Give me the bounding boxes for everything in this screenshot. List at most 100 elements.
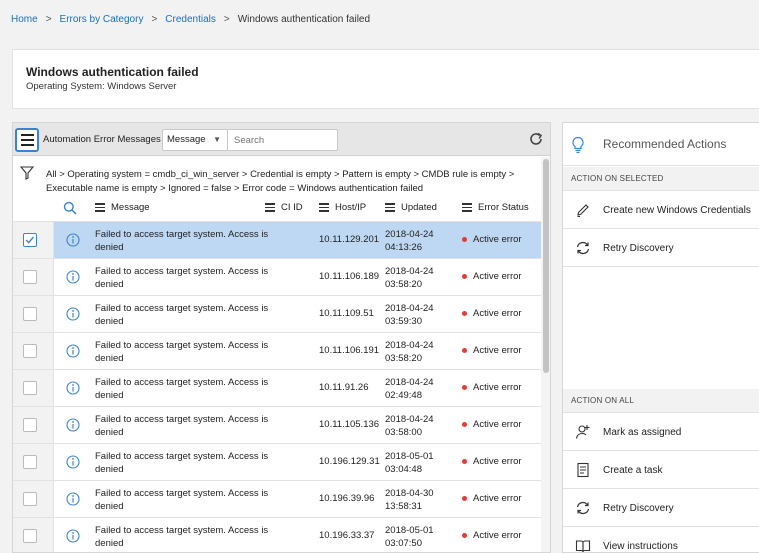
row-checkbox[interactable] [23,529,37,543]
row-select-cell[interactable] [13,518,54,552]
row-updated: 2018-05-01 03:04:48 [385,451,434,475]
action-retry-discovery-all[interactable]: Retry Discovery [563,490,759,527]
header-card: Windows authentication failed Operating … [12,49,759,109]
breadcrumb-errors-by-category[interactable]: Errors by Category [60,14,144,25]
recommended-actions-title: Recommended Actions [603,137,727,151]
column-header-message[interactable]: Message [95,202,150,213]
filter-breadcrumb: All > Operating system = cmdb_ci_win_ser… [13,157,541,197]
row-updated: 2018-05-01 03:07:50 [385,525,434,549]
hamburger-icon [20,144,34,146]
table-row[interactable]: Failed to access target system. Access i… [13,332,541,369]
row-checkbox[interactable] [23,418,37,432]
column-header-updated[interactable]: Updated [385,202,437,213]
row-checkbox[interactable] [23,307,37,321]
checkmark-icon [25,236,34,244]
row-error-status: Active error [462,345,522,356]
table-row[interactable]: Failed to access target system. Access i… [13,406,541,443]
table-row[interactable]: Failed to access target system. Access i… [13,258,541,295]
row-message: Failed to access target system. Access i… [95,488,269,512]
action-mark-as-assigned[interactable]: Mark as assigned [563,414,759,451]
lightbulb-icon [572,136,584,154]
info-icon[interactable] [66,381,80,395]
row-select-cell[interactable] [13,481,54,517]
row-select-cell[interactable] [13,333,54,369]
row-select-cell[interactable] [13,444,54,480]
column-search-icon[interactable] [63,201,77,215]
status-dot-icon [462,385,467,390]
breadcrumb-home[interactable]: Home [11,14,38,25]
assign-user-icon [575,425,590,439]
list-scrollbar[interactable] [541,157,550,552]
row-updated: 2018-04-24 04:13:26 [385,229,434,253]
row-checkbox[interactable] [23,344,37,358]
row-select-cell[interactable] [13,259,54,295]
filter-condition-text[interactable]: All > Operating system = cmdb_ci_win_ser… [46,168,536,196]
list-menu-button[interactable] [15,128,39,152]
info-icon[interactable] [66,529,80,543]
row-host-ip: 10.11.109.51 [319,308,374,319]
row-error-status: Active error [462,493,522,504]
action-create-a-task[interactable]: Create a task [563,452,759,489]
row-error-status: Active error [462,382,522,393]
row-checkbox[interactable] [23,455,37,469]
info-icon[interactable] [66,233,80,247]
row-host-ip: 10.11.105.136 [319,419,380,430]
row-select-cell[interactable] [13,407,54,443]
row-select-cell[interactable] [13,370,54,406]
scrollbar-thumb[interactable] [543,159,549,373]
search-field-select[interactable]: Message ▼ [162,129,228,151]
search-input[interactable] [228,129,338,151]
row-error-status: Active error [462,530,522,541]
action-retry-discovery-selected[interactable]: Retry Discovery [563,230,759,267]
breadcrumb-separator: > [223,13,230,25]
breadcrumb-separator: > [45,13,52,25]
row-message: Failed to access target system. Access i… [95,525,269,549]
row-message: Failed to access target system. Access i… [95,414,269,438]
row-host-ip: 10.196.129.31 [319,456,380,467]
recommended-actions-panel: Recommended Actions ACTION ON SELECTED C… [562,122,759,553]
info-icon[interactable] [66,492,80,506]
row-host-ip: 10.196.33.37 [319,530,375,541]
row-checkbox[interactable] [23,233,37,247]
status-dot-icon [462,311,467,316]
table-row[interactable]: Failed to access target system. Access i… [13,369,541,406]
status-dot-icon [462,459,467,464]
row-updated: 2018-04-24 02:49:48 [385,377,434,401]
row-host-ip: 10.11.106.191 [319,345,380,356]
row-checkbox[interactable] [23,270,37,284]
filter-icon[interactable] [20,166,34,180]
status-dot-icon [462,274,467,279]
row-updated: 2018-04-24 03:59:30 [385,303,434,327]
table-row[interactable]: Failed to access target system. Access i… [13,480,541,517]
info-icon[interactable] [66,270,80,284]
caret-down-icon: ▼ [213,135,221,144]
table-row[interactable]: Failed to access target system. Access i… [13,443,541,480]
table-row[interactable]: Failed to access target system. Access i… [13,517,541,552]
column-menu-icon [95,203,105,212]
row-select-cell[interactable] [13,222,54,258]
row-host-ip: 10.11.91.26 [319,382,369,393]
breadcrumb-credentials[interactable]: Credentials [165,14,216,25]
column-header-ci-id[interactable]: CI ID [265,202,303,213]
row-error-status: Active error [462,234,522,245]
row-checkbox[interactable] [23,492,37,506]
row-host-ip: 10.11.129.201 [319,234,380,245]
action-create-windows-credentials[interactable]: Create new Windows Credentials [563,192,759,229]
column-header-error-status[interactable]: Error Status [462,202,529,213]
row-select-cell[interactable] [13,296,54,332]
info-icon[interactable] [66,344,80,358]
column-header-host-ip[interactable]: Host/IP [319,202,366,213]
section-action-on-selected: ACTION ON SELECTED [563,167,759,191]
row-checkbox[interactable] [23,381,37,395]
info-icon[interactable] [66,418,80,432]
info-icon[interactable] [66,307,80,321]
column-menu-icon [385,203,395,212]
table-row[interactable]: Failed to access target system. Access i… [13,295,541,332]
row-updated: 2018-04-24 03:58:00 [385,414,434,438]
refresh-list-icon[interactable] [528,131,544,147]
table-row[interactable]: Failed to access target system. Access i… [13,221,541,258]
action-view-instructions[interactable]: View instructions [563,528,759,552]
breadcrumb-separator: > [151,13,158,25]
row-message: Failed to access target system. Access i… [95,266,269,290]
info-icon[interactable] [66,455,80,469]
